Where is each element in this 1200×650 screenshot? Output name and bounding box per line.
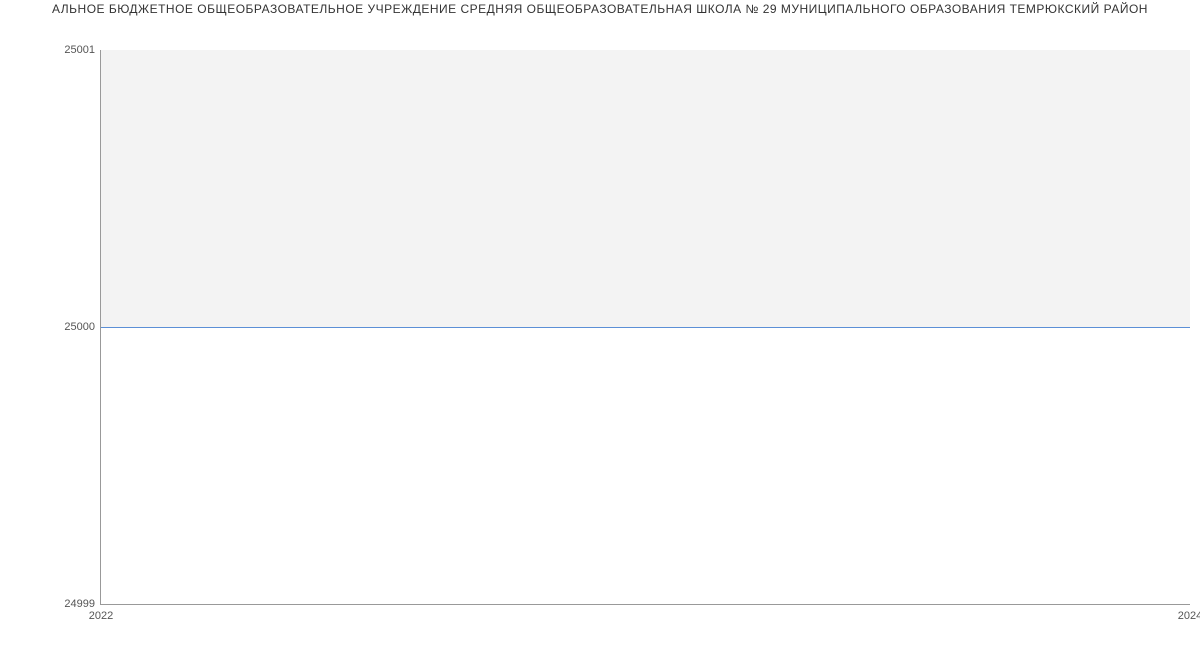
x-tick-label: 2024 bbox=[1178, 610, 1200, 622]
grid-band bbox=[101, 50, 1190, 327]
x-tick-label: 2022 bbox=[89, 610, 113, 622]
chart-title: АЛЬНОЕ БЮДЖЕТНОЕ ОБЩЕОБРАЗОВАТЕЛЬНОЕ УЧР… bbox=[0, 2, 1200, 16]
data-line-series-0 bbox=[101, 327, 1190, 328]
chart-container: АЛЬНОЕ БЮДЖЕТНОЕ ОБЩЕОБРАЗОВАТЕЛЬНОЕ УЧР… bbox=[0, 0, 1200, 650]
plot-area: 25001 25000 24999 2022 2024 bbox=[100, 50, 1190, 605]
y-tick-label: 25000 bbox=[64, 321, 95, 333]
y-tick-label: 25001 bbox=[64, 44, 95, 56]
y-tick-label: 24999 bbox=[64, 598, 95, 610]
